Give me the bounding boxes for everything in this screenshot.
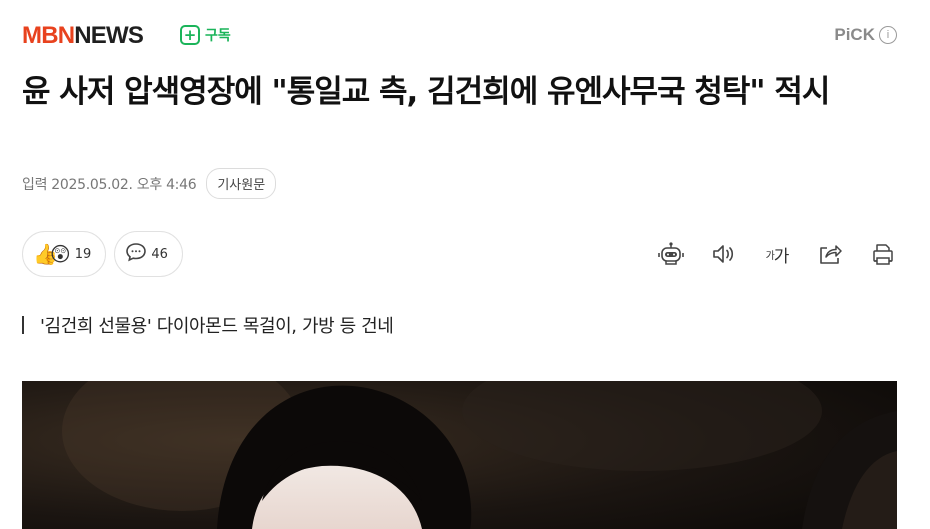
logo-mbn: MBN bbox=[22, 22, 75, 49]
font-size-button[interactable]: 가가 bbox=[763, 239, 791, 269]
summary-text: '김건희 선물용' 다이아몬드 목걸이, 가방 등 건네 bbox=[40, 316, 394, 337]
print-icon bbox=[871, 241, 895, 267]
robot-icon bbox=[657, 240, 685, 268]
article-meta: 입력 2025.05.02. 오후 4:46 기사원문 bbox=[22, 168, 277, 199]
logo-news: NEWS bbox=[74, 22, 144, 49]
pick-badge: PiCK i bbox=[834, 25, 897, 45]
summary-bar bbox=[22, 316, 24, 334]
article-photo bbox=[22, 381, 897, 529]
plus-icon: + bbox=[180, 25, 200, 45]
share-button[interactable] bbox=[816, 239, 844, 269]
photo-illustration bbox=[22, 381, 897, 529]
text-to-speech-button[interactable] bbox=[710, 239, 738, 269]
pick-label: PiCK bbox=[834, 25, 875, 44]
subscribe-label: 구독 bbox=[205, 28, 231, 44]
summary-bot-button[interactable] bbox=[657, 239, 685, 269]
comment-button[interactable]: 46 bbox=[114, 231, 183, 277]
share-icon bbox=[817, 242, 843, 266]
header: MBNNEWS + 구독 PiCK i bbox=[22, 22, 897, 52]
font-small-label: 가 bbox=[765, 250, 775, 262]
speaker-icon bbox=[711, 242, 737, 266]
font-large-label: 가 bbox=[773, 246, 790, 267]
article-tools: 가가 bbox=[657, 239, 897, 269]
reaction-button[interactable]: 👍😲 19 bbox=[22, 231, 107, 277]
publish-date: 입력 2025.05.02. 오후 4:46 bbox=[22, 176, 197, 193]
subscribe-button[interactable]: + 구독 bbox=[180, 25, 231, 45]
comment-icon bbox=[125, 241, 147, 267]
reaction-emoji-icon: 👍😲 bbox=[33, 242, 71, 266]
info-icon[interactable]: i bbox=[879, 26, 897, 44]
article-title: 윤 사저 압색영장에 "통일교 측, 김건희에 유엔사무국 청탁" 적시 bbox=[22, 74, 830, 110]
reaction-count: 19 bbox=[74, 246, 92, 262]
print-button[interactable] bbox=[869, 239, 897, 269]
mbn-news-logo[interactable]: MBNNEWS bbox=[22, 22, 144, 50]
comment-count: 46 bbox=[151, 246, 168, 262]
article-summary: '김건희 선물용' 다이아몬드 목걸이, 가방 등 건네 bbox=[22, 312, 394, 338]
original-article-button[interactable]: 기사원문 bbox=[206, 168, 277, 199]
reactions-bar: 👍😲 19 46 bbox=[22, 231, 183, 277]
